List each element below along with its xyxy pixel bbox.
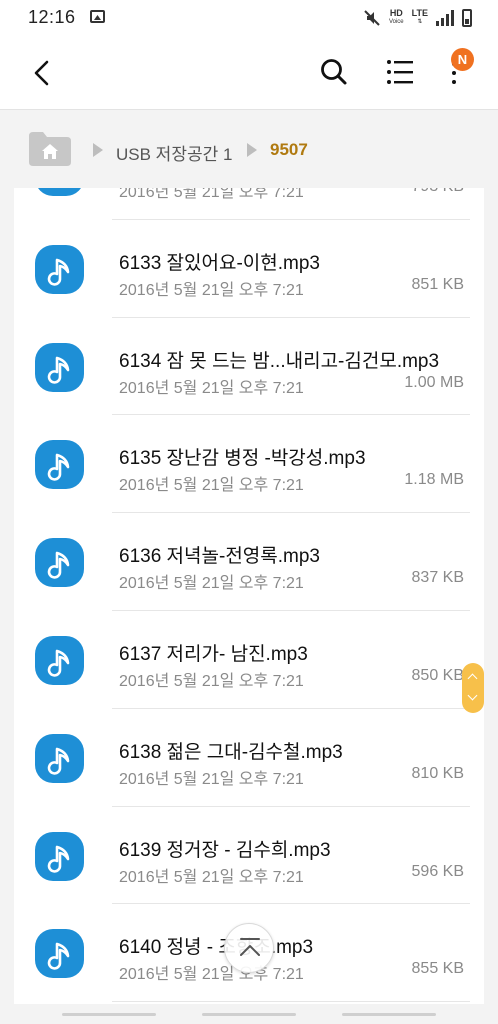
music-note-icon xyxy=(35,188,84,196)
list-item[interactable]: 6139 정거장 - 김수희.mp3 2016년 5월 21일 오후 7:21 … xyxy=(14,807,484,905)
music-note-icon xyxy=(35,440,84,490)
file-date: 2016년 5월 21일 오후 7:21 xyxy=(119,477,304,495)
nav-hint-left[interactable] xyxy=(62,1013,156,1016)
status-bar: 12:16 HD Voice LTE ⇅ xyxy=(0,0,498,36)
file-name: 6136 저녁놀-전영록.mp3 xyxy=(119,546,320,568)
back-arrow-icon xyxy=(34,60,49,86)
home-folder-icon[interactable] xyxy=(29,132,71,166)
file-name: 6137 저리가- 남진.mp3 xyxy=(119,643,308,665)
list-view-button[interactable] xyxy=(384,56,416,88)
list-item[interactable]: 6137 저리가- 남진.mp3 2016년 5월 21일 오후 7:21 85… xyxy=(14,611,484,709)
file-size: 850 KB xyxy=(411,666,464,684)
back-button[interactable] xyxy=(26,56,60,90)
list-item[interactable]: 6138 젊은 그대-김수철.mp3 2016년 5월 21일 오후 7:21 … xyxy=(14,709,484,807)
list-item[interactable]: 6133 잘있어요-이현.mp3 2016년 5월 21일 오후 7:21 85… xyxy=(14,220,484,318)
file-date: 2016년 5월 21일 오후 7:21 xyxy=(119,770,304,788)
breadcrumb-item-usb[interactable]: USB 저장공간 1 xyxy=(116,140,232,165)
file-list-card: 2016년 5월 21일 오후 7:21 793 KB 6133 잘있어요-이현… xyxy=(14,188,484,1004)
list-item[interactable]: 6135 장난감 병정 -박강성.mp3 2016년 5월 21일 오후 7:2… xyxy=(14,415,484,513)
file-size: 1.00 MB xyxy=(404,373,464,391)
file-name: 6135 장난감 병정 -박강성.mp3 xyxy=(119,448,366,470)
file-size: 596 KB xyxy=(411,862,464,880)
file-date: 2016년 5월 21일 오후 7:21 xyxy=(119,188,304,201)
file-name: 6133 잘있어요-이현.mp3 xyxy=(119,252,320,274)
list-item[interactable]: 6136 저녁놀-전영록.mp3 2016년 5월 21일 오후 7:21 83… xyxy=(14,513,484,611)
music-note-icon xyxy=(35,929,84,979)
breadcrumb-item-current[interactable]: 9507 xyxy=(270,140,308,160)
list-item[interactable]: 6134 잠 못 드는 밤...내리고-김건모.mp3 2016년 5월 21일… xyxy=(14,318,484,416)
music-note-icon xyxy=(35,244,84,294)
lte-label: LTE xyxy=(411,8,428,18)
hd-voice-icon: HD Voice xyxy=(389,9,404,27)
gallery-icon xyxy=(90,10,105,23)
scroll-to-top-icon xyxy=(240,938,260,956)
list-view-icon xyxy=(387,60,413,84)
file-name: 6139 정거장 - 김수희.mp3 xyxy=(119,839,331,861)
mute-icon xyxy=(363,9,381,27)
file-size: 1.18 MB xyxy=(404,471,464,489)
chevron-right-icon xyxy=(93,143,103,157)
signal-icon xyxy=(436,10,454,26)
music-note-icon xyxy=(35,342,84,392)
file-date: 2016년 5월 21일 오후 7:21 xyxy=(119,575,304,593)
bottom-navigation-hint xyxy=(0,1004,498,1024)
chevron-right-icon xyxy=(247,143,257,157)
battery-icon xyxy=(462,9,472,27)
lte-icon: LTE ⇅ xyxy=(411,8,428,26)
file-date: 2016년 5월 21일 오후 7:21 xyxy=(119,966,304,984)
music-note-icon xyxy=(35,635,84,685)
music-note-icon xyxy=(35,831,84,881)
scroll-to-top-button[interactable] xyxy=(224,923,274,973)
app-bar xyxy=(0,36,498,110)
file-date: 2016년 5월 21일 오후 7:21 xyxy=(119,379,304,397)
file-date: 2016년 5월 21일 오후 7:21 xyxy=(119,868,304,886)
notification-badge: N xyxy=(451,48,474,71)
search-icon xyxy=(321,59,347,85)
file-size: 855 KB xyxy=(411,960,464,978)
search-button[interactable] xyxy=(318,56,350,88)
file-size: 837 KB xyxy=(411,569,464,587)
file-name: 6140 정녕 - 조항조.mp3 xyxy=(119,937,314,959)
file-list: 2016년 5월 21일 오후 7:21 793 KB 6133 잘있어요-이현… xyxy=(14,188,484,1002)
breadcrumb: USB 저장공간 1 9507 xyxy=(0,110,498,188)
status-time: 12:16 xyxy=(28,7,76,27)
voice-label: Voice xyxy=(388,19,404,25)
list-item[interactable]: 2016년 5월 21일 오후 7:21 793 KB xyxy=(14,188,484,220)
status-icons: HD Voice LTE ⇅ xyxy=(363,6,472,30)
fast-scroll-handle-icon[interactable] xyxy=(462,663,484,713)
file-name: 6134 잠 못 드는 밤...내리고-김건모.mp3 xyxy=(119,350,440,372)
file-name: 6138 젊은 그대-김수철.mp3 xyxy=(119,741,343,763)
nav-hint-center[interactable] xyxy=(202,1013,296,1016)
file-size: 851 KB xyxy=(411,275,464,293)
hd-label: HD xyxy=(389,8,403,18)
file-date: 2016년 5월 21일 오후 7:21 xyxy=(119,281,304,299)
file-date: 2016년 5월 21일 오후 7:21 xyxy=(119,672,304,690)
file-size: 793 KB xyxy=(412,188,464,196)
music-note-icon xyxy=(35,733,84,783)
file-size: 810 KB xyxy=(411,764,464,782)
music-note-icon xyxy=(35,538,84,588)
nav-hint-right[interactable] xyxy=(342,1013,436,1016)
